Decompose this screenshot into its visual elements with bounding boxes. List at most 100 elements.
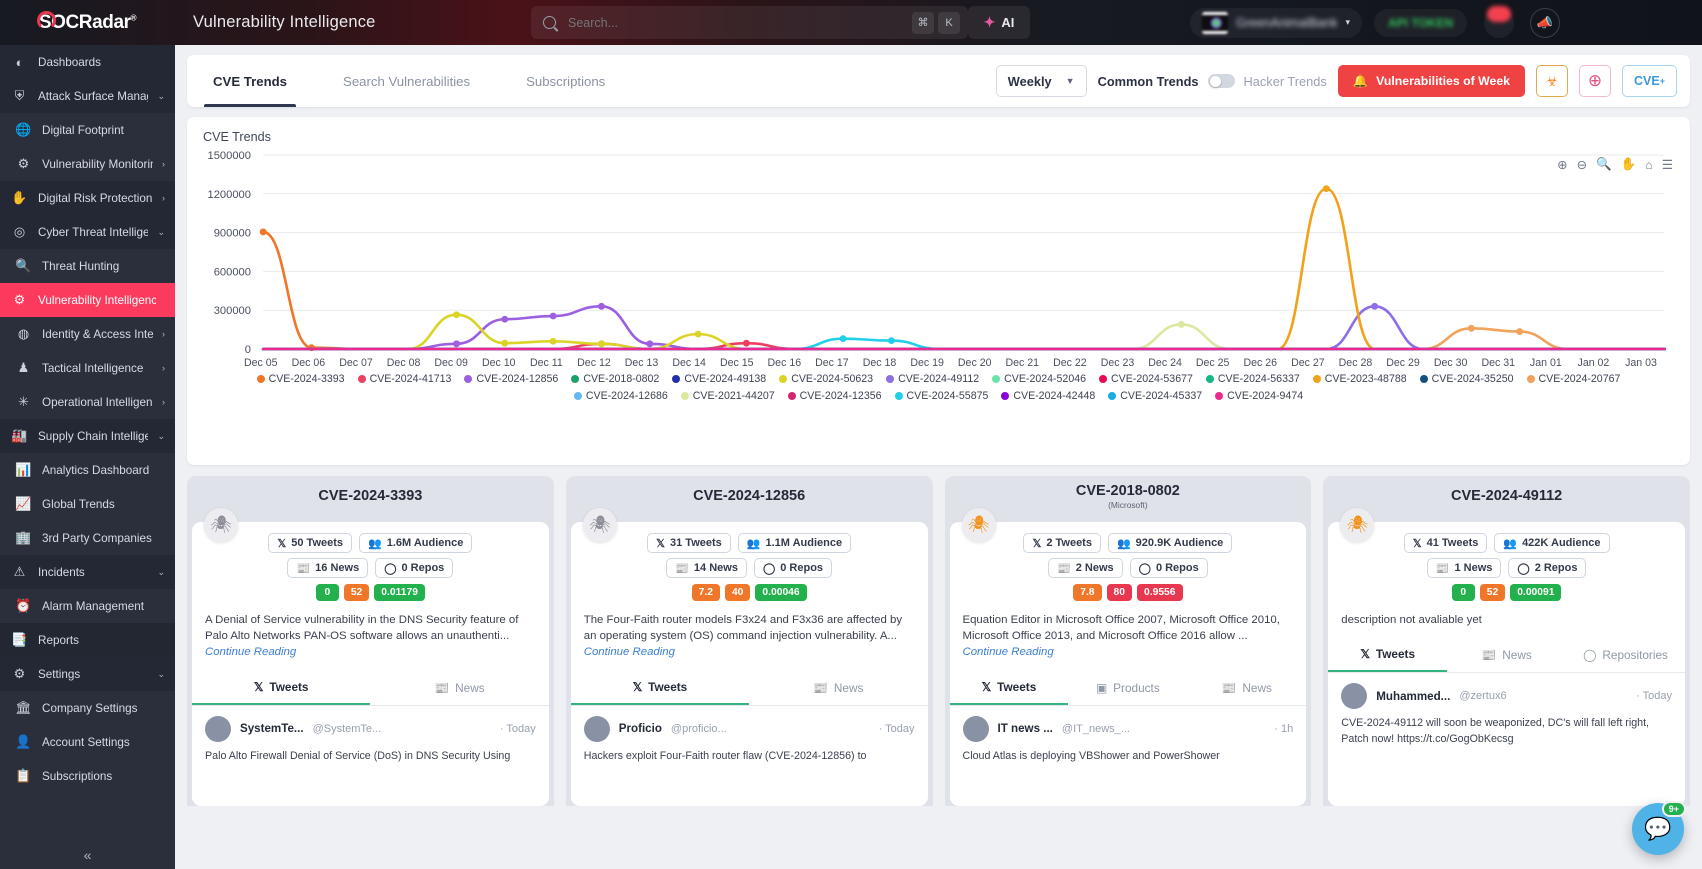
announcements-button[interactable]: 📣 (1530, 7, 1560, 38)
tweet-item[interactable]: SystemTe... @SystemTe... · Today (192, 706, 549, 742)
legend-item[interactable]: CVE-2024-49112 (886, 373, 979, 385)
cve-subtab-tweets[interactable]: 𝕏 Tweets (570, 671, 750, 705)
legend-item[interactable]: CVE-2024-12856 (464, 373, 558, 385)
continue-reading-link[interactable]: Continue Reading (963, 646, 1054, 658)
sidebar-item-3rd-party-companies[interactable]: 🏢 3rd Party Companies (0, 521, 175, 555)
legend-item[interactable]: CVE-2024-42448 (1001, 390, 1095, 402)
legend-item[interactable]: CVE-2024-56337 (1205, 373, 1300, 385)
chart-data-point[interactable] (1467, 324, 1475, 332)
chart-data-point[interactable] (501, 339, 509, 347)
chart-data-point[interactable] (1177, 321, 1185, 328)
repos-stat[interactable]: ◯ 0 Repos (1129, 558, 1208, 578)
legend-item[interactable]: CVE-2024-49138 (672, 373, 766, 385)
sidebar-item-digital-footprint[interactable]: 🌐 Digital Footprint (0, 113, 175, 147)
chart-data-point[interactable] (646, 340, 654, 348)
sidebar-item-cyber-threat-intelligence[interactable]: ◎ Cyber Threat Intelligence ⌄ (0, 215, 175, 249)
legend-item[interactable]: CVE-2024-50623 (779, 373, 873, 385)
legend-item[interactable]: CVE-2024-52046 (992, 373, 1086, 385)
app-logo[interactable]: SOCRadar® (0, 10, 175, 34)
sidebar-item-company-settings[interactable]: 🏛 Company Settings (0, 691, 175, 725)
legend-item[interactable]: CVE-2024-12356 (787, 390, 882, 402)
global-search[interactable]: ⌘ K (531, 6, 968, 39)
audience-stat[interactable]: 👥 1.1M Audience (737, 533, 852, 553)
chart-data-point[interactable] (597, 340, 605, 348)
cve-subtab-news[interactable]: 📰 News (749, 671, 927, 705)
audience-stat[interactable]: 👥 422K Audience (1494, 533, 1610, 553)
cve-subtab-news[interactable]: 📰 News (370, 671, 548, 705)
chart-data-point[interactable] (549, 337, 557, 345)
cve-card[interactable]: CVE-2024-12856 🕷 𝕏 31 Tweets 👥 1.1M Audience 📰… (565, 476, 933, 806)
org-selector[interactable]: GreenAnimalBank ▾ (1190, 7, 1362, 38)
legend-item[interactable]: CVE-2024-55875 (894, 390, 988, 402)
chart-data-point[interactable] (1371, 302, 1379, 310)
tweets-stat[interactable]: 𝕏 41 Tweets (1403, 533, 1488, 553)
legend-item[interactable]: CVE-2024-9474 (1215, 390, 1303, 402)
sidebar-item-alarm-management[interactable]: ⏰ Alarm Management (0, 589, 175, 623)
chart-data-point[interactable] (839, 335, 847, 343)
sidebar-item-tactical-intelligence[interactable]: ♟ Tactical Intelligence › (0, 351, 175, 385)
sidebar-item-vulnerability-monitoring[interactable]: ⚙ Vulnerability Monitoring › (0, 147, 175, 181)
tweet-item[interactable]: Muhammed... @zertux6 · Today (1328, 673, 1685, 710)
sidebar-item-dashboards[interactable]: ◐ Dashboards (0, 45, 175, 79)
cve-subtab-news[interactable]: 📰 News (1187, 671, 1306, 705)
chart-data-point[interactable] (694, 330, 702, 338)
sidebar-item-vulnerability-intelligence[interactable]: ⚙ Vulnerability Intelligence (0, 283, 175, 317)
chat-button[interactable]: 💬 9+ (1632, 801, 1686, 855)
cve-card[interactable]: CVE-2024-49112 🕷 𝕏 41 Tweets 👥 422K Audience 📰… (1323, 476, 1690, 806)
audience-stat[interactable]: 👥 1.6M Audience (359, 533, 473, 553)
news-stat[interactable]: 📰 2 News (1048, 558, 1123, 578)
cve-subtab-repositories[interactable]: ◯ Repositories (1566, 638, 1685, 672)
cve-card[interactable]: CVE-2024-3393 🕷 𝕏 50 Tweets 👥 1.6M Audience 📰 1… (187, 476, 554, 806)
virus-button[interactable]: ☣ (1536, 65, 1569, 97)
cve-add-button[interactable]: CVE + (1622, 65, 1677, 97)
sidebar-item-reports[interactable]: 📑 Reports (0, 623, 175, 657)
sidebar-item-identity-access-intelligence[interactable]: ◍ Identity & Access Intelligence › (0, 317, 175, 351)
cve-subtab-news[interactable]: 📰 News (1447, 638, 1566, 672)
legend-item[interactable]: CVE-2024-20767 (1526, 373, 1620, 385)
tweets-stat[interactable]: 𝕏 31 Tweets (647, 533, 731, 553)
sidebar-item-global-trends[interactable]: 📈 Global Trends (0, 487, 175, 521)
sidebar-item-subscriptions[interactable]: 📋 Subscriptions (0, 759, 175, 793)
legend-item[interactable]: CVE-2024-41713 (357, 373, 451, 385)
sidebar-collapse-button[interactable]: « (0, 847, 175, 863)
chart-data-point[interactable] (1322, 185, 1330, 193)
chart-data-point[interactable] (742, 339, 750, 347)
tab-cve-trends[interactable]: CVE Trends (203, 55, 297, 107)
sidebar-item-account-settings[interactable]: 👤 Account Settings (0, 725, 175, 759)
sidebar-item-digital-risk-protection[interactable]: ✋ Digital Risk Protection › (0, 181, 175, 215)
tab-search-vulnerabilities[interactable]: Search Vulnerabilities (343, 55, 470, 107)
chart-data-point[interactable] (597, 302, 605, 310)
sidebar-item-operational-intelligence[interactable]: ✳ Operational Intelligence › (0, 385, 175, 419)
news-stat[interactable]: 📰 1 News (1426, 558, 1502, 578)
sidebar-item-attack-surface-management[interactable]: ⛨ Attack Surface Management ⌄ (0, 79, 175, 113)
search-input[interactable] (568, 15, 908, 30)
chart-data-point[interactable] (501, 315, 509, 323)
repos-stat[interactable]: ◯ 0 Repos (375, 558, 454, 578)
cve-subtab-tweets[interactable]: 𝕏 Tweets (949, 671, 1069, 705)
chart-data-point[interactable] (259, 228, 267, 236)
legend-item[interactable]: CVE-2024-3393 (256, 373, 345, 385)
chart-data-point[interactable] (887, 337, 895, 344)
sidebar-item-supply-chain-intelligence[interactable]: 🏭 Supply Chain Intelligence ⌄ (0, 419, 175, 453)
sidebar-item-threat-hunting[interactable]: 🔍 Threat Hunting (0, 249, 175, 283)
trends-toggle[interactable]: Common Trends Hacker Trends (1098, 74, 1327, 89)
audience-stat[interactable]: 👥 920.9K Audience (1107, 533, 1233, 553)
cve-subtab-tweets[interactable]: 𝕏 Tweets (192, 671, 371, 705)
legend-item[interactable]: CVE-2021-44207 (680, 390, 775, 402)
cve-card[interactable]: CVE-2018-0802 (Microsoft) 🕷 𝕏 2 Tweets 👥 920.9… (944, 476, 1312, 806)
vulnerabilities-of-week-button[interactable]: 🔔 Vulnerabilities of Week (1337, 65, 1526, 97)
chart-data-point[interactable] (453, 340, 460, 348)
period-select[interactable]: Weekly ▼ (995, 65, 1087, 97)
news-stat[interactable]: 📰 16 News (287, 558, 369, 578)
repos-stat[interactable]: ◯ 0 Repos (753, 558, 833, 578)
continue-reading-link[interactable]: Continue Reading (584, 646, 675, 658)
add-button[interactable]: ⊕ (1579, 65, 1612, 97)
repos-stat[interactable]: ◯ 2 Repos (1508, 558, 1587, 578)
chart-data-point[interactable] (1516, 328, 1524, 335)
continue-reading-link[interactable]: Continue Reading (205, 646, 296, 658)
sidebar-item-settings[interactable]: ⚙ Settings ⌄ (0, 657, 175, 691)
chart-data-point[interactable] (453, 311, 460, 319)
legend-item[interactable]: CVE-2018-0802 (571, 373, 659, 385)
sidebar-item-analytics-dashboard[interactable]: 📊 Analytics Dashboard (0, 453, 175, 487)
legend-item[interactable]: CVE-2024-12686 (573, 390, 668, 402)
